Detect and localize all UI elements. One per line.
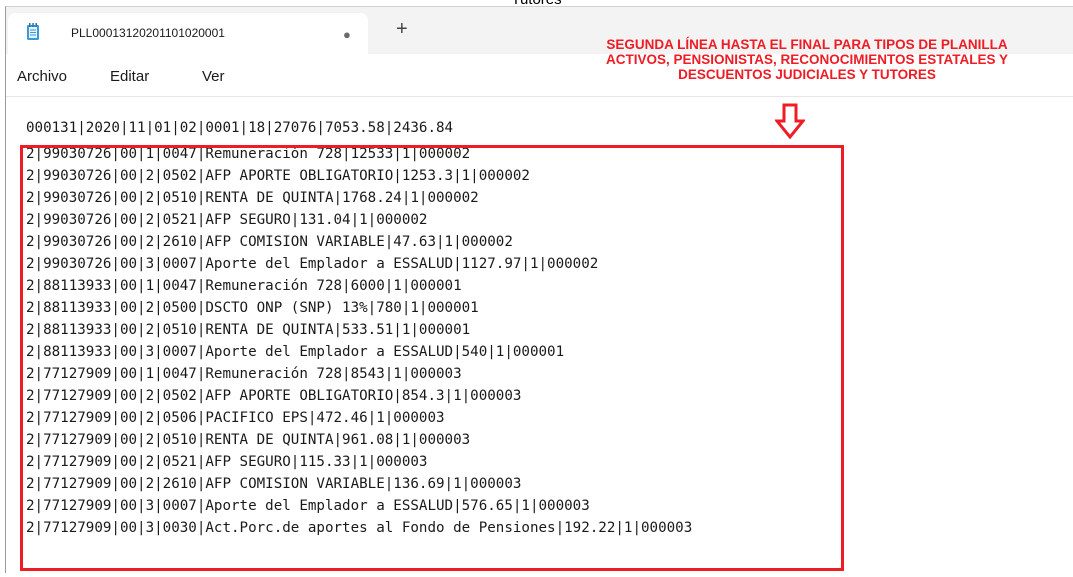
menu-edit[interactable]: Editar	[110, 68, 149, 85]
down-arrow-icon	[775, 103, 805, 139]
annotation-line: SEGUNDA LÍNEA HASTA EL FINAL PARA TIPOS …	[606, 37, 1008, 52]
annotation-line: DESCUENTOS JUDICIALES Y TUTORES	[678, 67, 936, 82]
unsaved-indicator[interactable]: ●	[343, 27, 351, 42]
header-record-line: 000131|2020|11|01|02|0001|18|27076|7053.…	[26, 120, 454, 136]
tab-title: PLL00013120201101020001	[71, 26, 225, 40]
notepad-icon	[27, 23, 39, 40]
annotation-note: SEGUNDA LÍNEA HASTA EL FINAL PARA TIPOS …	[552, 37, 1062, 82]
menu-file[interactable]: Archivo	[17, 68, 67, 85]
annotation-line: ACTIVOS, PENSIONISTAS, RECONOCIMIENTOS E…	[605, 52, 1009, 67]
notepad-window: PLL00013120201101020001 ● + Archivo Edit…	[5, 6, 1073, 573]
new-tab-button[interactable]: +	[396, 19, 408, 39]
tab-document[interactable]: PLL00013120201101020001 ●	[8, 13, 368, 54]
menu-view[interactable]: Ver	[202, 68, 225, 85]
highlight-box	[20, 145, 844, 571]
